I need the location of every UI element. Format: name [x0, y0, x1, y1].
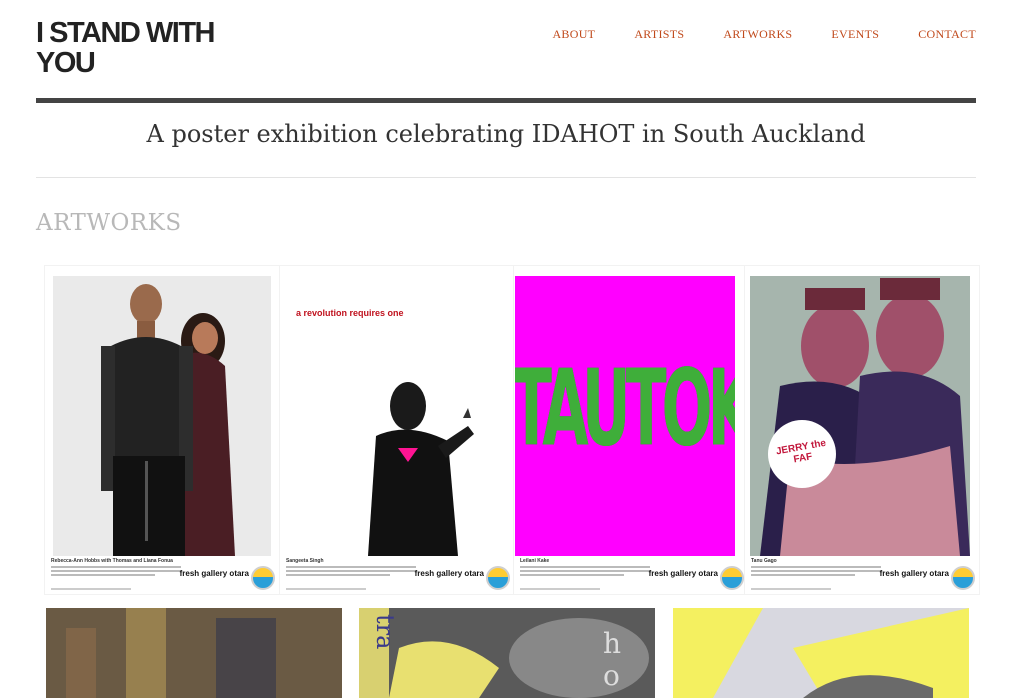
artwork-card[interactable]: [46, 608, 342, 698]
artwork-image: [53, 276, 271, 556]
contact-line: [520, 588, 600, 590]
contact-line: [751, 588, 831, 590]
section-title: ARTWORKS: [36, 210, 182, 236]
gallery-logo: fresh gallery otara: [648, 569, 718, 578]
artwork-caption: Tanu Gago: [751, 558, 881, 576]
page-tagline: A poster exhibition celebrating IDAHOT i…: [146, 120, 866, 148]
artwork-image: a revolution requires one: [288, 276, 506, 556]
artwork-caption: Rebecca-Ann Hobbs with Thomas and Liana …: [51, 558, 181, 576]
artwork-card[interactable]: JERRY the FAF Tanu Gago fresh gallery ot…: [744, 265, 980, 595]
poster-word: TAUTOKO: [515, 348, 735, 471]
artwork-image: JERRY the FAF: [750, 276, 970, 556]
nav-about[interactable]: ABOUT: [552, 27, 595, 42]
artwork-caption: Leilani Kake: [520, 558, 650, 576]
artwork-card[interactable]: [673, 608, 969, 698]
idahot-badge-icon: [951, 566, 975, 590]
artwork-text-left: tra: [371, 614, 399, 650]
artwork-card[interactable]: tra ho: [359, 608, 655, 698]
nav-contact[interactable]: CONTACT: [918, 27, 976, 42]
artwork-card[interactable]: a revolution requires one Sangeeta Singh…: [279, 265, 515, 595]
nav-artworks[interactable]: ARTWORKS: [723, 27, 792, 42]
nav-artists[interactable]: ARTISTS: [634, 27, 684, 42]
artwork-caption: Sangeeta Singh: [286, 558, 416, 576]
section-divider: [36, 177, 976, 178]
artwork-text-right: ho: [603, 627, 622, 692]
artwork-card[interactable]: Rebecca-Ann Hobbs with Thomas and Liana …: [44, 265, 280, 595]
idahot-badge-icon: [486, 566, 510, 590]
gallery-logo: fresh gallery otara: [879, 569, 949, 578]
contact-line: [286, 588, 366, 590]
artwork-image: TAUTOKO: [515, 276, 735, 556]
artwork-card[interactable]: TAUTOKO Leilani Kake fresh gallery otara: [513, 265, 749, 595]
site-title[interactable]: I STAND WITH YOU: [36, 18, 256, 78]
nav-events[interactable]: EVENTS: [831, 27, 879, 42]
gallery-logo: fresh gallery otara: [179, 569, 249, 578]
idahot-badge-icon: [720, 566, 744, 590]
contact-line: [51, 588, 131, 590]
idahot-badge-icon: [251, 566, 275, 590]
gallery-logo: fresh gallery otara: [414, 569, 484, 578]
main-nav: ABOUT ARTISTS ARTWORKS EVENTS CONTACT: [552, 27, 976, 42]
header-divider: [36, 98, 976, 103]
